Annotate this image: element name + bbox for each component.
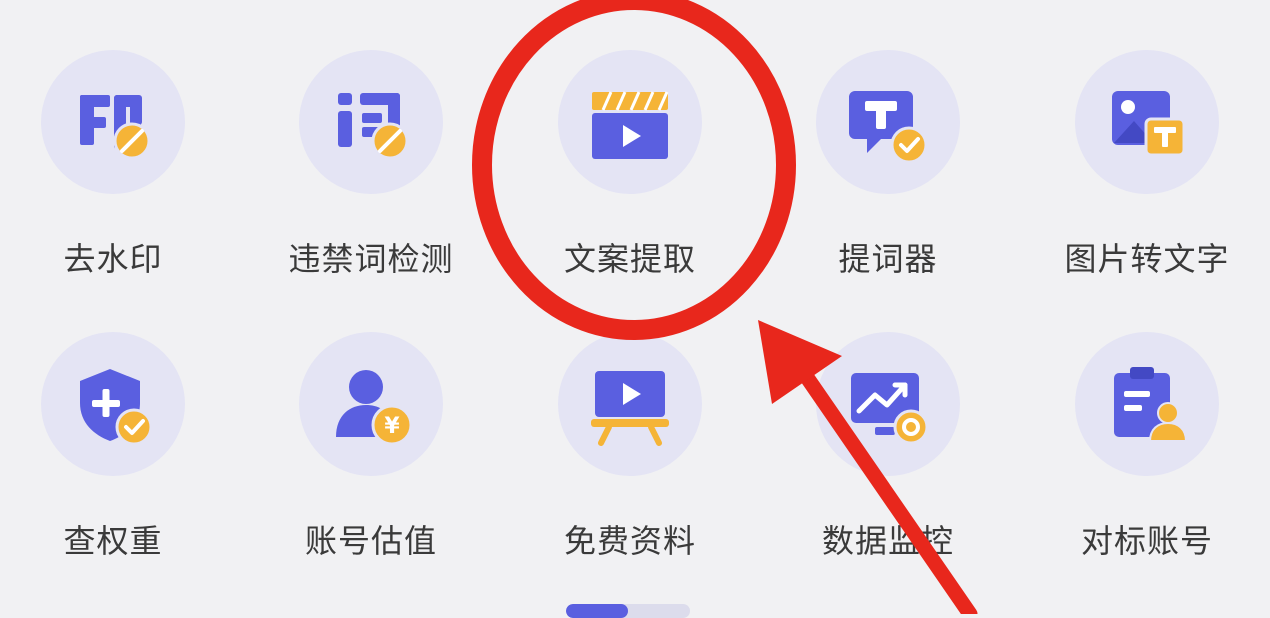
tool-label: 免费资料 <box>563 522 696 560</box>
tool-label: 对标账号 <box>1080 522 1213 560</box>
tool-label: 数据监控 <box>821 522 954 560</box>
tool-data-monitor[interactable]: 数据监控 <box>768 332 1008 572</box>
tool-remove-watermark[interactable]: 去水印 <box>0 50 233 290</box>
banned-word-check-icon <box>299 50 443 194</box>
page-indicator <box>566 604 690 618</box>
watermark-remove-icon <box>41 50 185 194</box>
data-monitor-icon <box>816 332 960 476</box>
tool-copy-extract[interactable]: 文案提取 <box>510 50 750 290</box>
tool-label: 文案提取 <box>563 240 696 278</box>
tool-label: 提词器 <box>838 240 938 278</box>
page-indicator-active <box>566 604 628 618</box>
video-clapper-icon <box>558 50 702 194</box>
tool-benchmark-account[interactable]: 对标账号 <box>1027 332 1267 572</box>
tool-free-materials[interactable]: 免费资料 <box>510 332 750 572</box>
tool-image-to-text[interactable]: 图片转文字 <box>1027 50 1267 290</box>
presentation-board-icon <box>558 332 702 476</box>
image-to-text-icon <box>1075 50 1219 194</box>
tool-teleprompter[interactable]: 提词器 <box>768 50 1008 290</box>
tool-grid: 去水印 违禁词检测 文案提取 提词器 图片转文字 查权重 ¥ 账号估值 免费资料… <box>0 0 1270 614</box>
tool-check-weight[interactable]: 查权重 <box>0 332 233 572</box>
tool-label: 账号估值 <box>304 522 437 560</box>
svg-text:¥: ¥ <box>384 414 400 439</box>
tool-label: 去水印 <box>63 240 163 278</box>
account-value-icon: ¥ <box>299 332 443 476</box>
tool-banned-word-check[interactable]: 违禁词检测 <box>251 50 491 290</box>
teleprompter-icon <box>816 50 960 194</box>
tool-label: 图片转文字 <box>1064 240 1230 278</box>
tool-account-value[interactable]: ¥ 账号估值 <box>251 332 491 572</box>
benchmark-account-icon <box>1075 332 1219 476</box>
shield-check-icon <box>41 332 185 476</box>
tool-label: 查权重 <box>63 522 163 560</box>
tool-label: 违禁词检测 <box>288 240 454 278</box>
